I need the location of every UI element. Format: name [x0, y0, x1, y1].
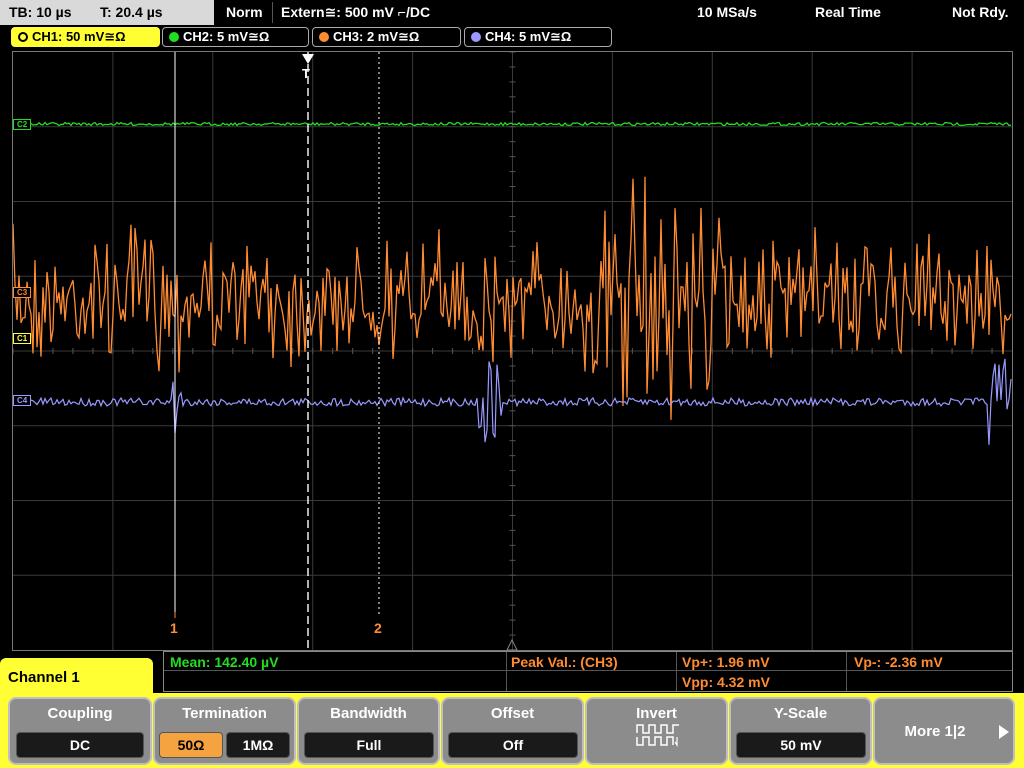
ch3-dot-icon	[319, 32, 329, 42]
ch2-reference-marker[interactable]: C2	[13, 119, 32, 130]
ch2-label: CH2: 5 mV≅Ω	[183, 29, 270, 44]
ch1-dot-icon	[18, 32, 28, 42]
invert-waveform-icon	[636, 724, 679, 747]
ch2-dot-icon	[169, 32, 179, 42]
cursor-1-label[interactable]: 1	[170, 620, 178, 636]
bandwidth-label: Bandwidth	[330, 705, 407, 722]
trigger-time-value: T: 20.4 µs	[100, 4, 163, 20]
ch4-label: CH4: 5 mV≅Ω	[485, 29, 572, 44]
acquisition-mode: Real Time	[815, 4, 881, 20]
coupling-label: Coupling	[47, 705, 113, 722]
tab-ch3[interactable]: CH3: 2 mV≅Ω	[312, 27, 461, 47]
coupling-value-button[interactable]: DC	[16, 732, 144, 758]
bandwidth-value-button[interactable]: Full	[304, 732, 434, 758]
termination-50ohm-button[interactable]: 50Ω	[159, 732, 223, 758]
termination-label: Termination	[182, 705, 267, 722]
coupling-key[interactable]: Coupling DC	[8, 697, 152, 765]
more-menu-key[interactable]: More 1|2	[873, 697, 1015, 765]
timebase-box[interactable]: TB: 10 µs T: 20.4 µs	[0, 0, 214, 25]
vp-plus-value: Vp+: 1.96 mV	[682, 654, 770, 670]
yscale-label: Y-Scale	[773, 705, 828, 722]
status-bar: TB: 10 µs T: 20.4 µs Norm Extern≅: 500 m…	[0, 0, 1024, 25]
vpp-value: Vpp: 4.32 mV	[682, 674, 770, 690]
next-page-arrow-icon	[999, 725, 1009, 739]
ch3-label: CH3: 2 mV≅Ω	[333, 29, 420, 44]
tab-ch1[interactable]: CH1: 50 mV≅Ω	[11, 27, 160, 47]
measurement-panel: Mean: 142.40 µV Peak Val.: (CH3) Vp+: 1.…	[163, 651, 1013, 692]
tab-ch2[interactable]: CH2: 5 mV≅Ω	[162, 27, 309, 47]
ch3-reference-marker[interactable]: C3	[13, 287, 32, 298]
termination-key[interactable]: Termination 50Ω 1MΩ	[153, 697, 296, 765]
ch4-dot-icon	[471, 32, 481, 42]
ch1-reference-marker[interactable]: C1	[13, 333, 32, 344]
mean-measurement: Mean: 142.40 µV	[170, 654, 279, 670]
cursor-2-label[interactable]: 2	[374, 620, 382, 636]
waveform-display[interactable]: T C2 C3 C1 C4 1 2	[12, 51, 1013, 651]
ch4-reference-marker[interactable]: C4	[13, 395, 32, 406]
peak-title: Peak Val.: (CH3)	[511, 654, 618, 670]
trigger-mode[interactable]: Norm	[226, 0, 263, 25]
offset-key[interactable]: Offset Off	[441, 697, 584, 765]
trigger-source[interactable]: Extern≅: 500 mV ⌐/DC	[281, 0, 430, 25]
trigger-marker-label: T	[302, 66, 310, 81]
more-label: More 1|2	[904, 723, 966, 740]
sample-rate: 10 MSa/s	[697, 4, 757, 20]
invert-label: Invert	[636, 705, 677, 722]
graticule	[13, 52, 1012, 650]
bandwidth-key[interactable]: Bandwidth Full	[297, 697, 440, 765]
waveform-canvas: T	[13, 52, 1012, 650]
channel-menu-title: Channel 1	[0, 658, 153, 698]
invert-key[interactable]: Invert	[585, 697, 728, 765]
ch1-label: CH1: 50 mV≅Ω	[32, 29, 126, 44]
yscale-value-button[interactable]: 50 mV	[736, 732, 866, 758]
vp-minus-value: Vp-: -2.36 mV	[854, 654, 943, 670]
ready-state: Not Rdy.	[952, 4, 1009, 20]
offset-label: Offset	[490, 705, 535, 722]
tab-ch4[interactable]: CH4: 5 mV≅Ω	[464, 27, 612, 47]
termination-1mohm-button[interactable]: 1MΩ	[226, 732, 290, 758]
offset-value-button[interactable]: Off	[448, 732, 578, 758]
timebase-value: TB: 10 µs	[9, 4, 72, 20]
yscale-key[interactable]: Y-Scale 50 mV	[729, 697, 872, 765]
